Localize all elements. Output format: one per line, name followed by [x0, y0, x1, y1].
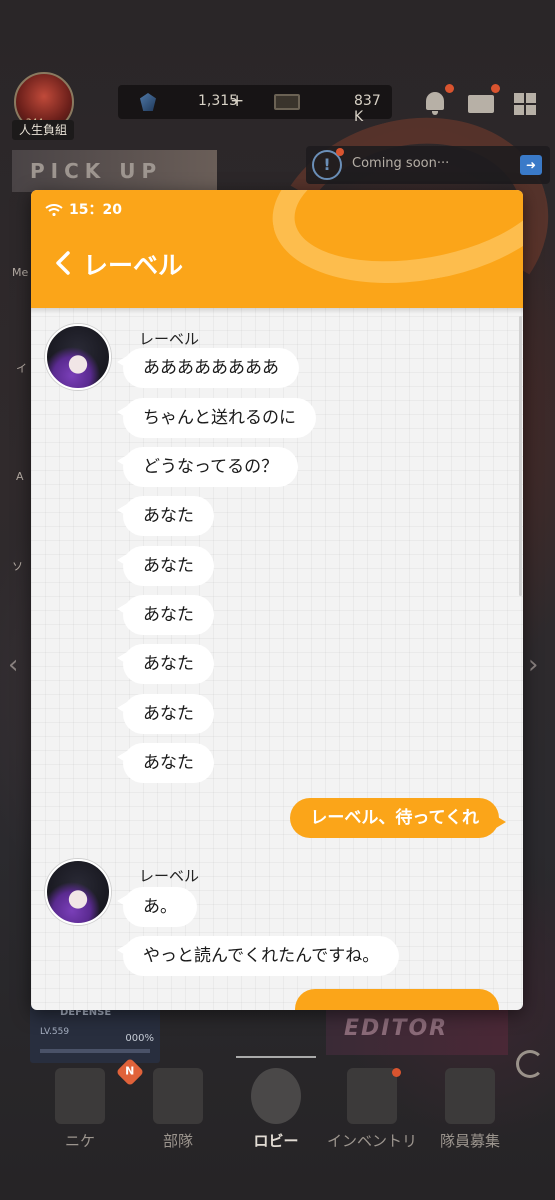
menu-grid-icon[interactable] [508, 86, 542, 120]
chevron-left-icon[interactable] [53, 248, 73, 278]
recruit-icon [445, 1068, 495, 1124]
bell-icon[interactable] [418, 84, 454, 120]
lobby-icon [251, 1068, 301, 1124]
incoming-message: あなた [117, 694, 214, 734]
sender-name: レーベル [139, 330, 200, 348]
header-shadow [31, 308, 523, 314]
mail-icon[interactable] [464, 84, 500, 120]
chat-header: 15：20 レーベル [31, 190, 523, 308]
nav-label: ニケ [64, 1132, 95, 1150]
editor-banner[interactable]: EDITOR [326, 1005, 508, 1055]
side-menu-label[interactable]: A [16, 470, 24, 483]
incoming-message: ちゃんと送れるのに [117, 398, 316, 438]
news-bar[interactable]: ! Coming soon··· ➜ [306, 146, 550, 184]
currency-bar: 1,315 + 837 K [118, 85, 392, 125]
top-bar: 244 人生負組 1,315 + 837 K [0, 70, 555, 140]
credit-icon [274, 94, 300, 110]
defense-percent: 000% [125, 1033, 154, 1044]
gem-icon [140, 93, 156, 111]
pickup-banner[interactable]: PICK UP [12, 150, 217, 192]
bottom-nav: N ニケ 部隊 ロビー インベントリ 隊員募集 [0, 1056, 555, 1160]
inventory-icon [347, 1068, 397, 1124]
outgoing-message: レーベル、待ってくれ [290, 798, 506, 838]
outgoing-message-partial [295, 989, 499, 1010]
notification-dot [336, 148, 344, 156]
arrow-right-icon[interactable]: ➜ [520, 155, 542, 175]
sender-name: レーベル [139, 867, 200, 885]
info-icon: ! [312, 148, 344, 180]
incoming-message: あなた [117, 595, 214, 635]
player-name: 人生負組 [12, 120, 74, 140]
incoming-message: ああああああああ [117, 348, 299, 388]
add-gems-button[interactable]: + [230, 91, 244, 111]
nav-recruit[interactable]: 隊員募集 [420, 1060, 520, 1160]
incoming-message: あなた [117, 743, 214, 783]
notification-dot [491, 84, 500, 93]
defense-level: LV.559 [40, 1027, 70, 1037]
incoming-message: あなた [117, 644, 214, 684]
status-time: 15：20 [69, 202, 122, 218]
chat-window: レーベル ああああああああ ちゃんと送れるのに どうなってるの？ あなた あなた… [31, 190, 523, 1010]
nav-label: インベントリ [326, 1132, 417, 1150]
chat-title: レーベル [83, 251, 184, 280]
news-text: Coming soon··· [352, 156, 450, 171]
contact-avatar[interactable] [45, 859, 111, 925]
chevron-left-icon[interactable]: ‹ [8, 650, 28, 680]
credit-count: 837 K [354, 93, 381, 125]
incoming-message: どうなってるの？ [116, 447, 299, 487]
side-menu-label[interactable]: ソ [12, 558, 23, 574]
nav-nikke[interactable]: N ニケ [30, 1057, 145, 1160]
nav-label: ロビー [253, 1132, 299, 1150]
nikke-icon [55, 1068, 105, 1124]
notification-dot [445, 84, 454, 93]
incoming-message: あなた [117, 546, 214, 586]
side-menu-label[interactable]: Me [12, 266, 28, 279]
incoming-message: あなた [117, 496, 214, 536]
squad-icon [153, 1068, 203, 1124]
active-indicator [236, 1056, 316, 1058]
wifi-icon [45, 204, 63, 216]
nav-squad[interactable]: 部隊 [128, 1060, 228, 1160]
incoming-message: あ。 [117, 887, 197, 927]
nav-inventory[interactable]: インベントリ [322, 1060, 422, 1160]
nav-lobby[interactable]: ロビー [226, 1056, 326, 1160]
header-decoration [259, 190, 523, 305]
side-menu-label[interactable]: イ [16, 360, 27, 376]
defense-progress-bar [40, 1049, 150, 1053]
incoming-message: やっと読んでくれたんですね。 [116, 936, 400, 976]
defense-card[interactable]: DEFENSE LV.559 000% [30, 1005, 160, 1063]
notification-dot [392, 1068, 401, 1077]
chevron-right-icon[interactable]: › [528, 650, 548, 680]
chat-scrollbar[interactable] [519, 316, 522, 596]
nav-label: 隊員募集 [439, 1132, 500, 1150]
nav-label: 部隊 [162, 1132, 193, 1150]
contact-avatar[interactable] [45, 324, 111, 390]
